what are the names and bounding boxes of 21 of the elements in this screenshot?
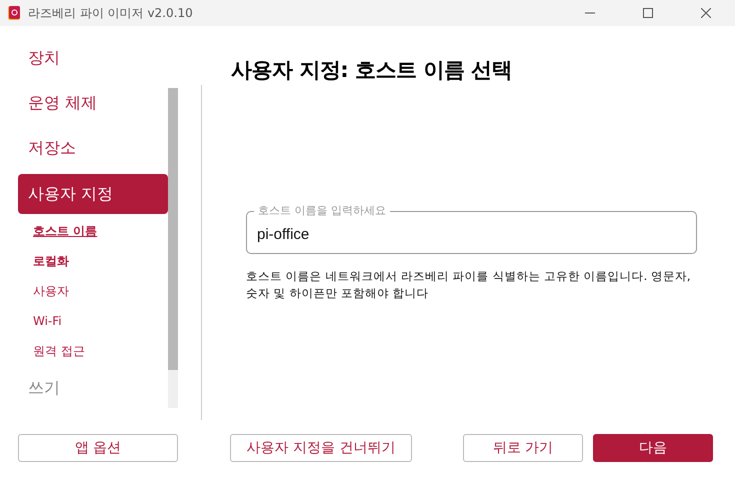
button[interactable]: 앱 옵션 bbox=[18, 434, 178, 462]
app-icon bbox=[8, 6, 20, 20]
maximize-icon[interactable] bbox=[643, 8, 653, 18]
field-label: 호스트 이름을 입력하세요 bbox=[254, 203, 390, 218]
scrollbar[interactable] bbox=[168, 88, 178, 408]
sidebar-item[interactable]: 저장소 bbox=[18, 126, 168, 171]
sidebar-subitem[interactable]: Wi-Fi bbox=[33, 314, 62, 328]
sidebar-item[interactable]: 사용자 지정 bbox=[18, 174, 168, 214]
close-icon[interactable] bbox=[701, 8, 711, 18]
sidebar-subitem[interactable]: 원격 접근 bbox=[33, 344, 85, 358]
sidebar-subitem[interactable]: 로컬화 bbox=[33, 254, 69, 268]
sidebar-subitem[interactable]: 호스트 이름 bbox=[33, 224, 98, 238]
sidebar-item[interactable]: 장치 bbox=[18, 36, 168, 81]
button[interactable]: 뒤로 가기 bbox=[463, 434, 583, 462]
button[interactable]: 다음 bbox=[593, 434, 713, 462]
sidebar-item[interactable]: 운영 체제 bbox=[18, 81, 168, 126]
window-title: 라즈베리 파이 이미저 v2.0.10 bbox=[28, 4, 194, 22]
page-heading: 사용자 지정: 호스트 이름 선택 bbox=[231, 57, 514, 84]
help-text: 호스트 이름은 네트워크에서 라즈베리 파이를 식별하는 고유한 이름입니다. 영문자, 숫자 및 하이픈만 포함해야 합니다 bbox=[246, 268, 692, 302]
button[interactable]: 사용자 지정을 건너뛰기 bbox=[230, 434, 412, 462]
sidebar-subitem[interactable]: 사용자 bbox=[33, 284, 69, 298]
